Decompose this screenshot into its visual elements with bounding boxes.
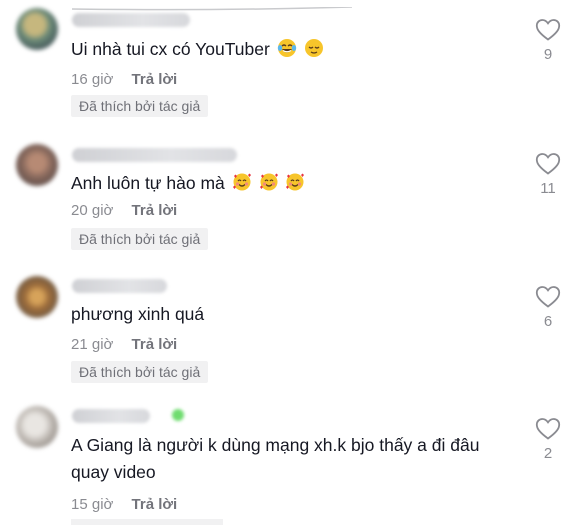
like-button[interactable]: 9: [533, 18, 563, 63]
reply-button[interactable]: Trả lời: [132, 336, 178, 353]
comment-meta: 15 giờ Trả lời: [71, 496, 177, 513]
avatar[interactable]: [16, 8, 58, 50]
like-button[interactable]: 11: [533, 152, 563, 197]
comment-item: phương xinh quá 21 giờ Trả lời Đã thích …: [0, 260, 580, 392]
comment-time: 20 giờ: [71, 202, 114, 219]
liked-by-creator-badge-cut: [71, 519, 223, 525]
smiling-face-with-hearts-icon: [259, 173, 278, 191]
reply-button[interactable]: Trả lời: [132, 71, 178, 88]
comment-meta: 21 giờ Trả lời: [71, 336, 177, 353]
heart-outline-icon: [535, 19, 561, 41]
comment-text: A Giang là người k dùng mạng xh.k bjo th…: [71, 432, 521, 486]
avatar[interactable]: [16, 276, 58, 318]
liked-by-creator-badge: Đã thích bởi tác giả: [71, 95, 209, 117]
comment-meta: 20 giờ Trả lời: [71, 202, 177, 219]
comment-item: Ui nhà tui cx có YouTuber 16 giờ Trả lời…: [0, 0, 580, 130]
username[interactable]: [72, 13, 190, 27]
comment-time: 16 giờ: [71, 71, 114, 88]
online-status-dot: [172, 409, 184, 421]
comment-meta: 16 giờ Trả lời: [71, 71, 177, 88]
heart-outline-icon: [535, 153, 561, 175]
avatar[interactable]: [16, 144, 58, 186]
like-count: 11: [540, 180, 556, 197]
comment-time: 15 giờ: [71, 496, 114, 513]
heart-outline-icon: [535, 286, 561, 308]
like-count: 2: [543, 445, 553, 462]
reply-button[interactable]: Trả lời: [132, 202, 178, 219]
relieved-face-icon: [304, 39, 323, 57]
comment-body: phương xinh quá: [71, 304, 205, 324]
comment-time: 21 giờ: [71, 336, 114, 353]
comment-body: Ui nhà tui cx có YouTuber: [71, 39, 270, 59]
comment-text: phương xinh quá: [71, 301, 521, 328]
avatar[interactable]: [16, 406, 58, 448]
comment-item: A Giang là người k dùng mạng xh.k bjo th…: [0, 392, 580, 525]
comment-list: Ui nhà tui cx có YouTuber 16 giờ Trả lời…: [0, 0, 580, 525]
username[interactable]: [72, 409, 150, 423]
comment-body: A Giang là người k dùng mạng xh.k bjo th…: [71, 435, 480, 482]
like-count: 6: [543, 313, 553, 330]
username[interactable]: [72, 148, 237, 162]
like-button[interactable]: 2: [533, 417, 563, 462]
smiling-face-with-hearts-icon: [286, 173, 305, 191]
face-with-tears-of-joy-icon: [277, 39, 296, 57]
smiling-face-with-hearts-icon: [232, 173, 251, 191]
heart-outline-icon: [535, 418, 561, 440]
like-button[interactable]: 6: [533, 285, 563, 330]
comment-item: Anh luôn tự hào mà 20 giờ Trả lời Đã thí…: [0, 130, 580, 260]
reply-button[interactable]: Trả lời: [132, 496, 178, 513]
liked-by-creator-badge: Đã thích bởi tác giả: [71, 361, 209, 383]
username[interactable]: [72, 279, 167, 293]
comment-text: Ui nhà tui cx có YouTuber: [71, 36, 521, 63]
comment-body: Anh luôn tự hào mà: [71, 173, 225, 193]
like-count: 9: [543, 46, 553, 63]
comment-text: Anh luôn tự hào mà: [71, 170, 521, 197]
liked-by-creator-badge: Đã thích bởi tác giả: [71, 228, 209, 250]
